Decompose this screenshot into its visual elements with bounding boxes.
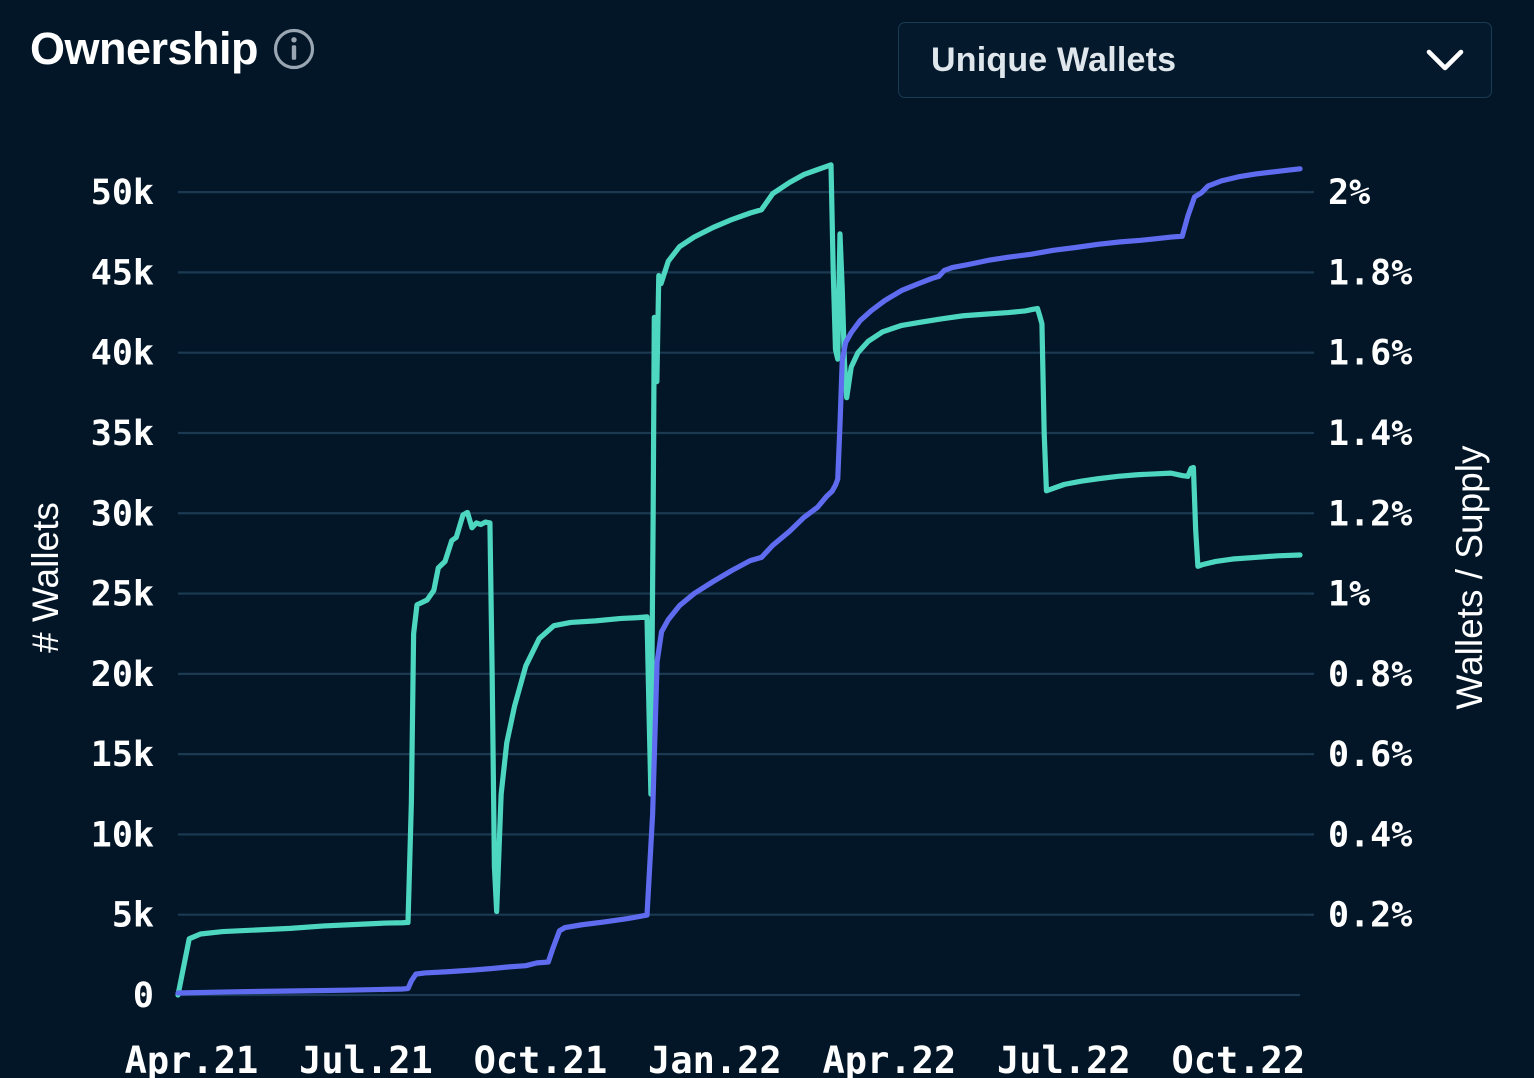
y-axis-right-tick-label: 1.2% <box>1328 494 1412 534</box>
y-axis-left-ticks: 0 5k 10k 15k 20k 25k 30k 35k 40k 45k 50k <box>91 173 154 1016</box>
y-axis-left-tick-label: 30k <box>91 494 154 534</box>
x-axis-tick-label: Oct.21 <box>474 1039 608 1078</box>
series-line-wallets <box>175 162 1303 998</box>
y-axis-left-tick-label: 35k <box>91 414 154 454</box>
series-lines <box>175 162 1303 998</box>
series-line-wallets-supply <box>175 166 1303 996</box>
y-axis-right-title: Wallets / Supply <box>1449 445 1490 709</box>
ownership-panel: Ownership Unique Wallets 0 5k 10k 15k 20k 25k… <box>0 0 1534 1078</box>
x-axis-ticks: Apr.21 Jul.21 Oct.21 Jan.22 Apr.22 Jul.22 Oct.… <box>125 1039 1305 1078</box>
gridlines <box>178 191 1300 997</box>
x-axis-tick-label: Apr.21 <box>125 1039 259 1078</box>
y-axis-left-tick-label: 0 <box>133 976 154 1016</box>
y-axis-right-tick-label: 1% <box>1328 575 1370 615</box>
y-axis-left-tick-label: 20k <box>91 655 154 695</box>
title-group: Ownership <box>30 26 316 71</box>
y-axis-left-tick-label: 5k <box>112 896 154 936</box>
y-axis-left-tick-label: 25k <box>91 575 154 615</box>
x-axis-tick-label: Oct.22 <box>1171 1039 1305 1078</box>
y-axis-right-tick-label: 0.6% <box>1328 735 1412 775</box>
y-axis-left-tick-label: 40k <box>91 334 154 374</box>
x-axis-tick-label: Jul.22 <box>997 1039 1131 1078</box>
chart-canvas: 05k10k15k20k25k30k35k40k45k50k 0.2%0.4%0… <box>25 162 1490 1078</box>
info-circle-icon[interactable] <box>272 27 316 71</box>
metric-selector-dropdown[interactable]: Unique Wallets <box>898 22 1492 98</box>
y-axis-right-tick-label: 1.4% <box>1328 414 1412 454</box>
ownership-chart: 0 5k 10k 15k 20k 25k 30k 35k 40k 45k 50k 0.2% 0.4% 0… <box>0 118 1534 1078</box>
y-axis-left-tick-label: 10k <box>91 815 154 855</box>
y-axis-left-tick-label: 50k <box>91 173 154 213</box>
metric-selector-value: Unique Wallets <box>931 40 1177 79</box>
y-axis-right-tick-label: 1.8% <box>1328 253 1412 293</box>
y-axis-left-title: # Wallets <box>25 502 66 653</box>
y-axis-right-tick-label: 0.4% <box>1328 815 1412 855</box>
y-axis-right-tick-label: 2% <box>1328 173 1370 213</box>
page-title: Ownership <box>30 23 259 74</box>
y-axis-left-tick-label: 45k <box>91 253 154 293</box>
y-axis-right-tick-label: 0.8% <box>1328 655 1412 695</box>
y-axis-right-ticks: 0.2% 0.4% 0.6% 0.8% 1% 1.2% 1.4% 1.6% 1.8% 2% <box>1300 173 1412 936</box>
x-axis-tick-label: Jan.22 <box>648 1039 782 1078</box>
x-axis-tick-label: Apr.22 <box>823 1039 957 1078</box>
y-axis-left-tick-label: 15k <box>91 735 154 775</box>
chevron-down-icon[interactable] <box>1425 47 1465 73</box>
panel-header: Ownership Unique Wallets <box>0 0 1534 118</box>
y-axis-right-tick-label: 0.2% <box>1328 896 1412 936</box>
x-axis-tick-label: Jul.21 <box>299 1039 433 1078</box>
y-axis-right-tick-label: 1.6% <box>1328 334 1412 374</box>
